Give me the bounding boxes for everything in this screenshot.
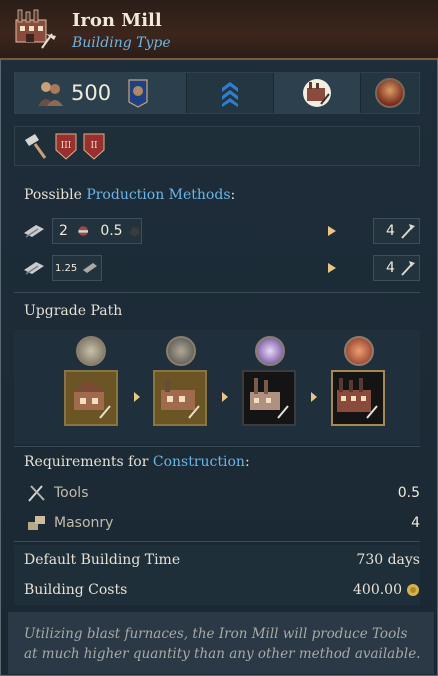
input-amount-b: 0.5 [100, 223, 123, 239]
description-panel: Utilizing blast furnaces, the Iron Mill … [8, 612, 434, 674]
upgrade-node-building-3[interactable] [242, 370, 296, 426]
strata-banner-icon [128, 79, 148, 108]
construction-link[interactable]: Construction [153, 454, 245, 470]
workers-count: 500 [71, 81, 112, 105]
arrow-icon [134, 392, 140, 402]
building-time-value: 730 days [356, 552, 420, 568]
owner-portrait-icon [375, 78, 405, 108]
tier-ii-badge-icon[interactable]: II [83, 132, 105, 160]
input-amount-a: 1.25 [55, 262, 78, 274]
production-method-row[interactable]: 2 0.5 4 [14, 216, 420, 246]
header: Iron Mill Building Type [0, 0, 438, 60]
building-4-portrait-icon [344, 336, 374, 366]
building-group-cell[interactable] [274, 73, 361, 113]
building-1-portrait-icon [76, 336, 106, 366]
heading-prefix: Requirements for [24, 454, 153, 470]
svg-text:III: III [61, 141, 72, 151]
building-2-portrait-icon [166, 336, 196, 366]
section-divider [14, 541, 420, 542]
production-methods-link[interactable]: Production Methods [86, 187, 230, 203]
heading-suffix: : [230, 187, 236, 203]
tools-output-icon [401, 224, 415, 239]
workers-cell[interactable]: 500 [15, 73, 187, 113]
production-method-row[interactable]: 1.25 4 [14, 253, 420, 283]
stats-bar: 500 [14, 72, 420, 114]
building-3-portrait-icon [255, 336, 285, 366]
tools-output-icon [401, 261, 415, 276]
heading-suffix: : [244, 454, 250, 470]
requirement-name: Masonry [54, 515, 114, 531]
output-group: 4 [373, 255, 420, 281]
output-amount: 4 [386, 260, 395, 276]
output-group: 4 [373, 218, 420, 244]
tier-iii-badge-icon[interactable]: III [55, 132, 77, 160]
coal-input-icon [128, 226, 140, 237]
factory-icon [161, 380, 200, 419]
arrow-icon [311, 392, 317, 402]
coin-icon [407, 584, 419, 596]
requirement-name: Tools [54, 485, 89, 501]
building-time-row: Default Building Time 730 days [14, 545, 420, 575]
upgrade-path-panel [14, 330, 420, 444]
arrow-icon [222, 392, 228, 402]
mill-icon [250, 378, 289, 419]
arrow-icon [328, 263, 336, 273]
requirement-row-tools[interactable]: Tools 0.5 [14, 478, 420, 508]
iron-input-icon [24, 262, 44, 275]
upgrade-node-building-2[interactable] [153, 370, 207, 426]
building-time-label: Default Building Time [24, 552, 181, 568]
tools-icon [28, 485, 45, 502]
rank-cell[interactable] [187, 73, 274, 113]
arrow-icon [328, 226, 336, 236]
building-costs-row: Building Costs 400.00 [14, 575, 420, 605]
building-type-link[interactable]: Building Type [72, 35, 171, 51]
building-costs-label: Building Costs [24, 582, 128, 598]
requirements-heading: Requirements for Construction: [24, 454, 250, 470]
section-divider [14, 292, 420, 293]
requirement-row-masonry[interactable]: Masonry 4 [14, 508, 420, 538]
inputs-group: 1.25 [52, 255, 102, 281]
svg-text:II: II [90, 141, 98, 151]
iron-input-icon [24, 225, 44, 238]
goods-input-icon [78, 226, 88, 236]
workshop-icon [72, 380, 111, 419]
upgrade-node-building-1[interactable] [64, 370, 118, 426]
output-amount: 4 [386, 223, 395, 239]
workers-icon [38, 82, 63, 106]
rank-chevrons-icon [222, 82, 238, 107]
inputs-group: 2 0.5 [52, 218, 142, 244]
building-description: Utilizing blast furnaces, the Iron Mill … [24, 626, 421, 662]
requirement-value: 0.5 [397, 485, 420, 501]
production-methods-heading: Possible Production Methods: [24, 187, 235, 203]
building-title: Iron Mill [72, 10, 162, 31]
input-amount-a: 2 [59, 223, 68, 239]
upgrade-path-heading: Upgrade Path [24, 303, 123, 319]
industry-icon [303, 79, 331, 107]
upgrade-node-building-4[interactable] [331, 370, 385, 426]
iron-mill-icon [337, 378, 378, 419]
building-costs-value: 400.00 [353, 582, 402, 598]
requirement-value: 4 [411, 515, 420, 531]
iron-mill-building-icon [14, 8, 58, 50]
hammer-icon[interactable] [21, 132, 49, 160]
masonry-icon [28, 516, 45, 530]
owner-cell[interactable] [361, 73, 419, 113]
heading-prefix: Possible [24, 187, 87, 203]
steel-input-icon [83, 263, 98, 273]
building-tags-bar: III II [14, 126, 420, 166]
section-divider [14, 446, 420, 447]
